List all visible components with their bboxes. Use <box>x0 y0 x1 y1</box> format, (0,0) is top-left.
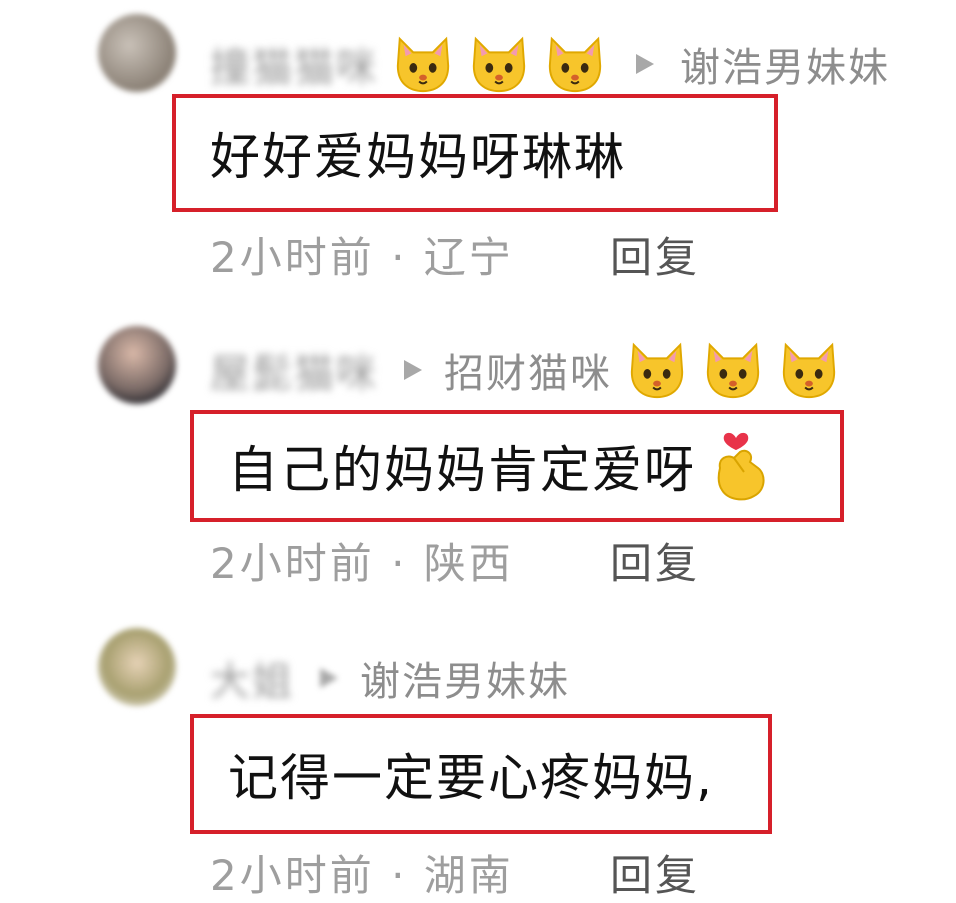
comment-meta: 2小时前 · 湖南 回复 <box>210 842 700 902</box>
cat-face-icon <box>778 339 840 401</box>
cat-icons <box>392 33 606 95</box>
reply-button[interactable]: 回复 <box>610 842 700 903</box>
comment-time-location: 2小时前 · 陕西 <box>210 538 514 588</box>
reply-button[interactable]: 回复 <box>610 224 700 285</box>
comment-time: 2小时前 <box>210 232 375 282</box>
reply-arrow-icon <box>320 668 338 688</box>
comment-meta: 2小时前 · 陕西 回复 <box>210 530 700 590</box>
comment-header: 大姐 谢浩男妹妹 <box>210 648 570 708</box>
comment-text: 记得一定要心疼妈妈, <box>228 749 714 807</box>
comment-text-highlight: 记得一定要心疼妈妈, <box>190 714 772 834</box>
username[interactable]: 屋髭猫咪 <box>210 341 378 399</box>
cat-face-icon <box>468 33 530 95</box>
avatar[interactable] <box>98 14 176 92</box>
comment-time: 2小时前 <box>210 850 375 900</box>
reply-button[interactable]: 回复 <box>610 530 700 591</box>
username[interactable]: 大姐 <box>210 649 294 707</box>
comment-location: 陕西 <box>423 538 514 588</box>
cat-icons <box>626 339 840 401</box>
cat-face-icon <box>626 339 688 401</box>
comment-text: 自己的妈妈肯定爱呀 <box>228 441 696 499</box>
comment-time: 2小时前 <box>210 538 375 588</box>
cat-face-icon <box>702 339 764 401</box>
comment-time-location: 2小时前 · 辽宁 <box>210 232 514 282</box>
comment-text-highlight: 好好爱妈妈呀琳琳 <box>172 94 778 212</box>
comment-location: 湖南 <box>423 850 514 900</box>
comment-text: 好好爱妈妈呀琳琳 <box>210 128 626 186</box>
comment-text-highlight: 自己的妈妈肯定爱呀 <box>190 410 844 522</box>
username[interactable]: 撞猫猫咪 <box>210 35 378 93</box>
comment-meta: 2小时前 · 辽宁 回复 <box>210 224 700 284</box>
cat-face-icon <box>544 33 606 95</box>
comment-header: 撞猫猫咪 谢浩男妹妹 <box>210 34 890 94</box>
finger-heart-icon <box>717 432 765 501</box>
comment-location: 辽宁 <box>423 232 514 282</box>
reply-to-username[interactable]: 招财猫咪 <box>444 341 612 399</box>
comment-time-location: 2小时前 · 湖南 <box>210 850 514 900</box>
avatar[interactable] <box>98 326 176 404</box>
avatar[interactable] <box>98 628 176 706</box>
reply-arrow-icon <box>404 360 422 380</box>
reply-arrow-icon <box>636 54 654 74</box>
reply-to-username[interactable]: 谢浩男妹妹 <box>680 35 890 93</box>
cat-face-icon <box>392 33 454 95</box>
reply-to-username[interactable]: 谢浩男妹妹 <box>360 649 570 707</box>
comment-header: 屋髭猫咪 招财猫咪 <box>210 340 840 400</box>
